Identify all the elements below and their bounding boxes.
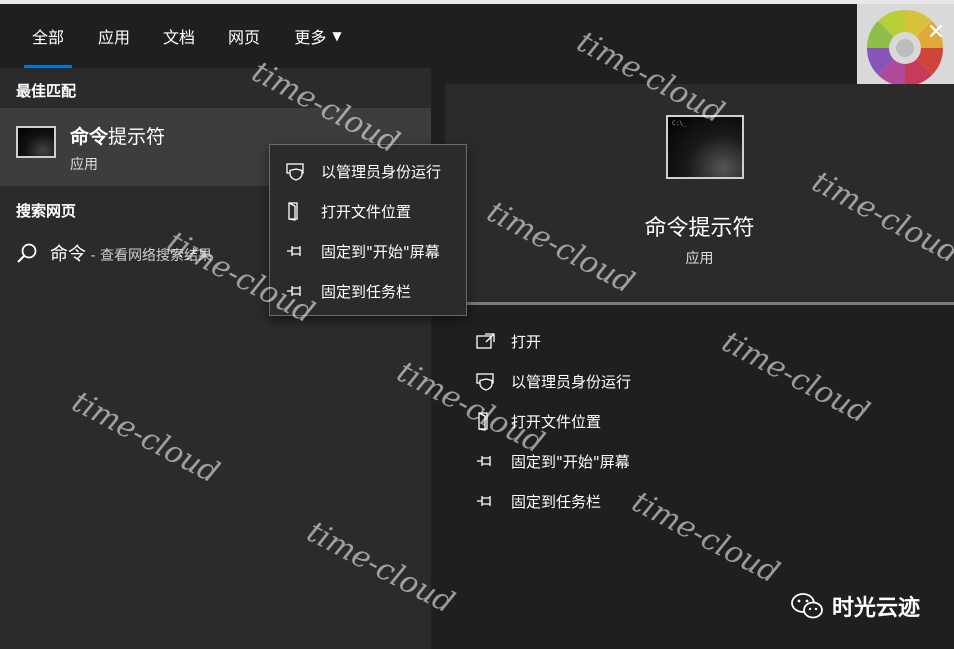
folder-icon	[288, 202, 298, 221]
context-run-as-admin[interactable]: 以管理员身份运行	[270, 151, 466, 191]
action-pin-to-start[interactable]: 固定到"开始"屏幕	[475, 446, 630, 476]
folder-icon	[478, 412, 488, 431]
best-match-title-bold: 命令	[70, 126, 109, 148]
brand-watermark: 时光云迹	[790, 590, 920, 622]
preview-title: 命令提示符	[644, 216, 755, 241]
pin-icon	[477, 496, 491, 506]
context-item-label: 固定到任务栏	[321, 282, 412, 301]
command-prompt-icon	[16, 126, 56, 158]
open-icon	[476, 333, 495, 349]
search-icon	[17, 243, 37, 263]
action-run-as-admin[interactable]: 以管理员身份运行	[475, 366, 631, 396]
search-window: 全部 应用 文档 网页 更多 ▼ ✕ 最佳匹配 命令提示符 应用 搜索网页 命令…	[0, 0, 954, 649]
context-pin-to-start[interactable]: 固定到"开始"屏幕	[270, 231, 466, 271]
action-label: 打开文件位置	[511, 412, 602, 431]
icon-text: C:\_	[672, 120, 687, 127]
context-item-label: 打开文件位置	[321, 202, 412, 221]
close-icon: ✕	[926, 19, 946, 45]
context-open-file-location[interactable]: 打开文件位置	[270, 191, 466, 231]
best-match-title: 命令提示符	[70, 122, 165, 149]
tab-label: 应用	[97, 28, 130, 47]
tab-documents[interactable]: 文档	[147, 4, 211, 68]
action-label: 以管理员身份运行	[511, 372, 632, 391]
preview-pane: C:\_ 命令提示符 应用 打开 以管理员身份运行 打开文件位置 固定到"开始"…	[445, 84, 954, 649]
tab-more[interactable]: 更多 ▼	[280, 4, 356, 68]
context-item-label: 以管理员身份运行	[321, 162, 442, 181]
web-result-text: 命令 - 查看网络搜索结果	[50, 240, 212, 266]
web-result-query: 命令	[50, 244, 86, 265]
tab-label: 网页	[227, 28, 260, 47]
tab-apps[interactable]: 应用	[82, 4, 146, 68]
pin-icon	[287, 286, 301, 296]
preview-header: C:\_ 命令提示符 应用	[445, 84, 954, 302]
preview-subtitle: 应用	[685, 251, 714, 267]
best-match-subtitle: 应用	[70, 157, 98, 173]
context-item-label: 固定到"开始"屏幕	[321, 242, 440, 261]
chevron-down-icon: ▼	[332, 29, 342, 43]
best-match-title-rest: 提示符	[108, 126, 166, 148]
close-button[interactable]: ✕	[922, 18, 950, 46]
web-search-header: 搜索网页	[16, 202, 77, 220]
command-prompt-large-icon: C:\_	[666, 115, 744, 179]
shield-icon	[476, 373, 494, 391]
pin-icon	[477, 456, 491, 466]
tab-label: 更多	[294, 28, 327, 47]
action-label: 固定到"开始"屏幕	[511, 452, 630, 471]
wechat-icon	[791, 593, 823, 619]
shield-icon	[286, 163, 304, 181]
web-result-hint: - 查看网络搜索结果	[86, 248, 212, 264]
action-label: 固定到任务栏	[511, 492, 602, 511]
brand-label: 时光云迹	[832, 596, 921, 621]
tab-all[interactable]: 全部	[16, 4, 80, 68]
context-menu: 以管理员身份运行 打开文件位置 固定到"开始"屏幕 固定到任务栏	[269, 144, 467, 316]
tab-web[interactable]: 网页	[212, 4, 276, 68]
search-tabs: 全部 应用 文档 网页 更多 ▼	[0, 4, 954, 68]
action-label: 打开	[511, 332, 542, 351]
divider	[445, 302, 954, 305]
pin-icon	[287, 246, 301, 256]
action-pin-to-taskbar[interactable]: 固定到任务栏	[475, 486, 601, 516]
tab-label: 全部	[31, 28, 64, 47]
action-open[interactable]: 打开	[475, 326, 541, 356]
context-pin-to-taskbar[interactable]: 固定到任务栏	[270, 271, 466, 311]
best-match-header: 最佳匹配	[16, 82, 77, 100]
tab-label: 文档	[162, 28, 195, 47]
action-open-file-location[interactable]: 打开文件位置	[475, 406, 601, 436]
